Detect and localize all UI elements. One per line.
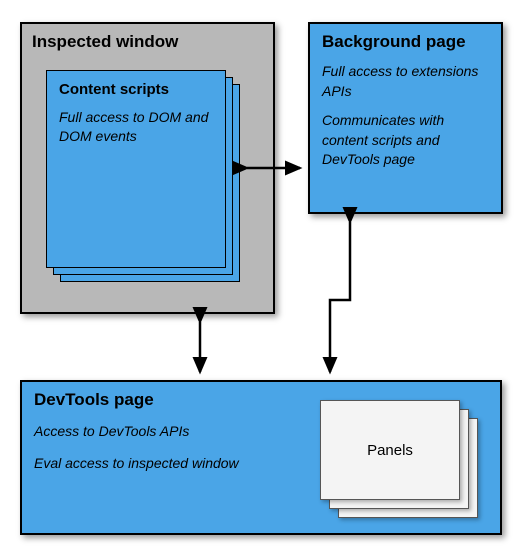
background-page-title: Background page [322, 32, 489, 52]
content-scripts-stack: Content scripts Full access to DOM and D… [46, 70, 236, 280]
content-scripts-title: Content scripts [59, 81, 213, 98]
panels-label: Panels [367, 442, 413, 459]
panel-sheet-front: Panels [320, 400, 460, 500]
background-page-body2: Communicates with content scripts and De… [322, 111, 489, 170]
devtools-page-box: DevTools page Access to DevTools APIs Ev… [20, 380, 502, 535]
content-scripts-sheet-front: Content scripts Full access to DOM and D… [46, 70, 226, 268]
inspected-window-title: Inspected window [32, 32, 263, 52]
arrow-background-devtools [330, 222, 350, 372]
content-scripts-body: Full access to DOM and DOM events [59, 108, 213, 146]
panels-stack: Panels [320, 400, 480, 520]
background-page-body1: Full access to extensions APIs [322, 62, 489, 101]
background-page-box: Background page Full access to extension… [308, 22, 503, 214]
